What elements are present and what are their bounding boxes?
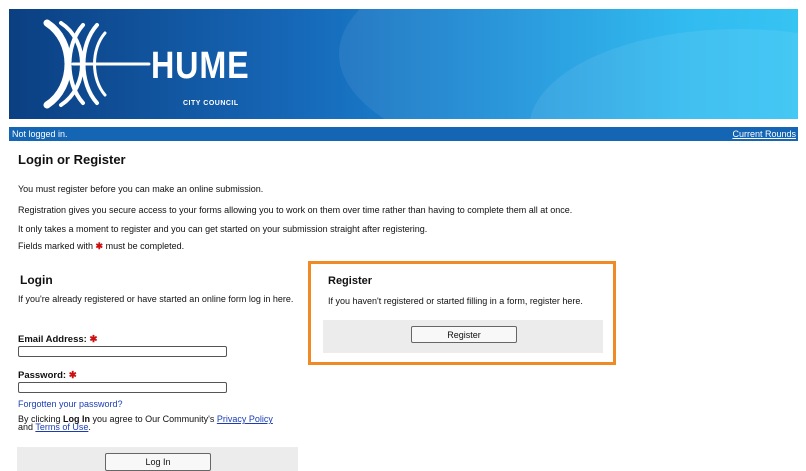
login-status-text: Not logged in. bbox=[12, 129, 68, 139]
register-intro: If you haven't registered or started fil… bbox=[328, 296, 583, 306]
login-intro: If you're already registered or have sta… bbox=[18, 294, 294, 304]
hume-emblem-icon bbox=[43, 19, 151, 109]
current-rounds-link[interactable]: Current Rounds bbox=[732, 127, 796, 141]
logo-wordmark: HUME bbox=[151, 45, 250, 87]
logo-subtitle: CITY COUNCIL bbox=[183, 100, 239, 107]
register-panel: Register If you haven't registered or st… bbox=[308, 261, 616, 365]
login-button-bar: Log In bbox=[17, 447, 298, 471]
privacy-policy-link[interactable]: Privacy Policy bbox=[217, 414, 273, 424]
agree-and: and bbox=[18, 422, 34, 432]
agree-middle: you agree to Our Community's bbox=[92, 414, 215, 424]
login-button[interactable]: Log In bbox=[105, 453, 211, 471]
login-heading: Login bbox=[20, 273, 53, 287]
forgot-password-link[interactable]: Forgotten your password? bbox=[18, 399, 123, 409]
terms-agreement: By clicking Log In you agree to Our Comm… bbox=[18, 414, 308, 432]
hume-logo[interactable]: HUME CITY COUNCIL bbox=[39, 19, 249, 109]
intro-line-3: It only takes a moment to register and y… bbox=[18, 224, 428, 234]
email-label-text: Email Address: bbox=[18, 334, 87, 345]
register-button-bar: Register bbox=[323, 320, 603, 353]
email-field[interactable] bbox=[18, 346, 227, 357]
email-label: Email Address: ✱ bbox=[18, 334, 97, 345]
password-field[interactable] bbox=[18, 382, 227, 393]
password-label: Password: ✱ bbox=[18, 370, 77, 381]
header-banner: HUME CITY COUNCIL bbox=[9, 9, 798, 119]
required-note-after: must be completed. bbox=[105, 241, 185, 251]
status-bar: Not logged in. Current Rounds bbox=[9, 127, 798, 141]
intro-line-1: You must register before you can make an… bbox=[18, 184, 264, 194]
terms-of-use-link[interactable]: Terms of Use bbox=[35, 422, 88, 432]
required-note-before: Fields marked with bbox=[18, 241, 94, 251]
register-heading: Register bbox=[328, 275, 373, 287]
agree-end: . bbox=[88, 422, 91, 432]
required-marker-icon: ✱ bbox=[68, 370, 77, 381]
required-marker-icon: ✱ bbox=[89, 334, 98, 345]
password-label-text: Password: bbox=[18, 370, 67, 381]
register-button[interactable]: Register bbox=[411, 326, 517, 343]
page-title: Login or Register bbox=[18, 152, 126, 167]
intro-line-2: Registration gives you secure access to … bbox=[18, 205, 573, 215]
required-marker-icon: ✱ bbox=[95, 241, 104, 251]
required-note: Fields marked with ✱ must be completed. bbox=[18, 241, 184, 252]
